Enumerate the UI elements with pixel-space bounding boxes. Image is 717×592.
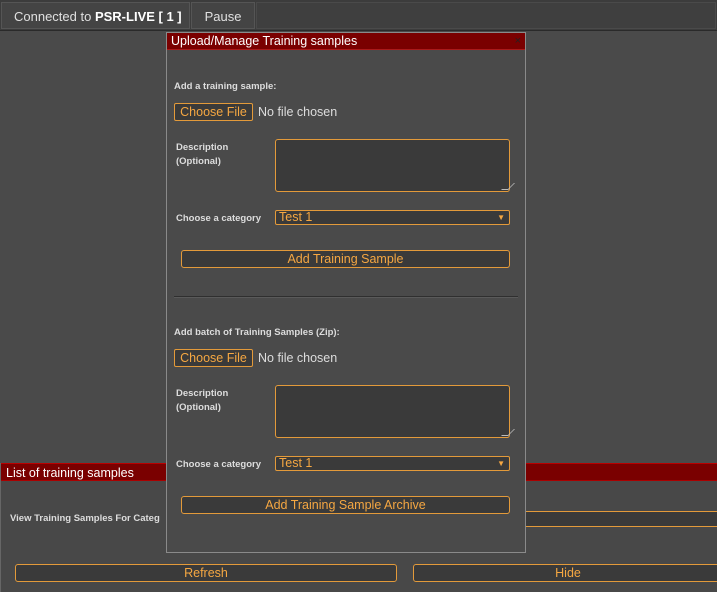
top-bar-spacer	[256, 2, 716, 29]
dialog-title: Upload/Manage Training samples ×	[167, 33, 525, 50]
connection-target: PSR-LIVE [ 1 ]	[94, 9, 182, 24]
single-description-label: Description (Optional)	[176, 141, 228, 169]
batch-no-file-text: No file chosen	[258, 351, 338, 365]
pause-button[interactable]: Pause	[191, 2, 255, 29]
single-choose-file-button[interactable]: Choose File	[174, 103, 253, 121]
refresh-button[interactable]: Refresh	[15, 564, 397, 582]
close-icon[interactable]: ×	[515, 33, 521, 50]
add-training-sample-archive-button[interactable]: Add Training Sample Archive	[181, 496, 510, 514]
single-description-label-line1: Description	[176, 142, 229, 153]
single-description-input[interactable]	[275, 139, 515, 192]
resize-handle-icon[interactable]	[501, 183, 515, 190]
batch-category-label: Choose a category	[176, 459, 261, 470]
batch-description-label-line2: (Optional)	[176, 402, 221, 413]
chevron-down-icon: ▼	[497, 459, 505, 468]
batch-category-select[interactable]: Test 1 ▼	[275, 456, 510, 471]
connection-status: Connected to PSR-LIVE [ 1 ]	[1, 2, 190, 29]
top-bar: Connected to PSR-LIVE [ 1 ] Pause	[0, 0, 717, 31]
batch-description-label-line1: Description	[176, 388, 229, 399]
add-training-sample-button[interactable]: Add Training Sample	[181, 250, 510, 268]
single-description-label-line2: (Optional)	[176, 156, 221, 167]
resize-handle-icon[interactable]	[501, 429, 515, 436]
single-no-file-text: No file chosen	[258, 105, 338, 119]
batch-category-value: Test 1	[279, 456, 313, 470]
single-category-select[interactable]: Test 1 ▼	[275, 210, 510, 225]
view-category-select[interactable]	[521, 511, 717, 527]
batch-choose-file-button[interactable]: Choose File	[174, 349, 253, 367]
view-category-label: View Training Samples For Categ	[10, 513, 160, 524]
single-section-heading: Add a training sample:	[174, 81, 277, 92]
dialog-title-text: Upload/Manage Training samples	[171, 34, 358, 48]
batch-description-label: Description (Optional)	[176, 387, 228, 415]
section-divider	[174, 296, 518, 298]
batch-description-input[interactable]	[275, 385, 515, 438]
chevron-down-icon: ▼	[497, 213, 505, 222]
single-category-value: Test 1	[279, 210, 313, 224]
upload-manage-dialog: Upload/Manage Training samples × Add a t…	[166, 32, 526, 553]
connection-prefix: Connected to	[14, 9, 95, 24]
batch-section-heading: Add batch of Training Samples (Zip):	[174, 327, 340, 338]
hide-button[interactable]: Hide	[413, 564, 717, 582]
single-category-label: Choose a category	[176, 213, 261, 224]
